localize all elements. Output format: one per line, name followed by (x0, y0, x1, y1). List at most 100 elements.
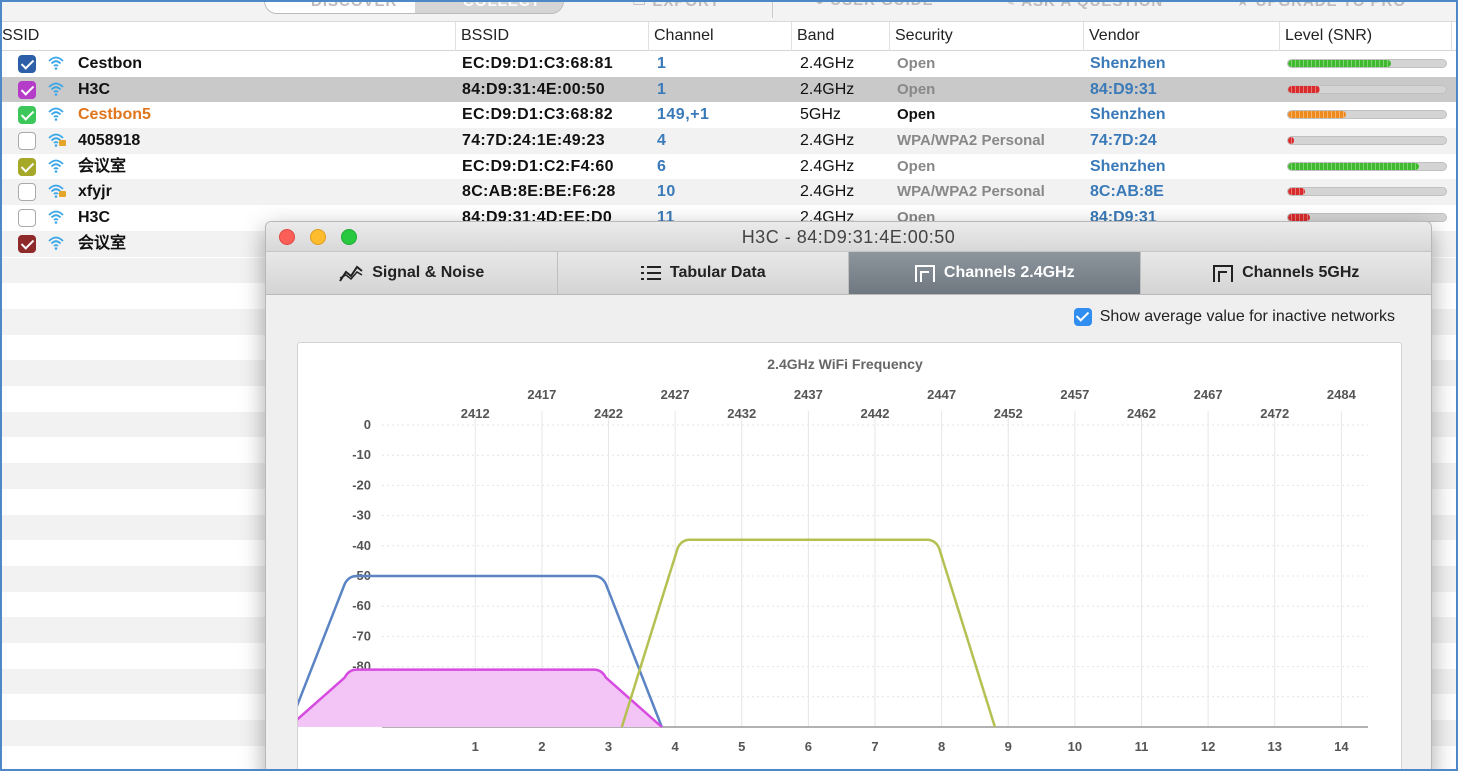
y-tick-label: -70 (352, 628, 371, 643)
network-checkbox[interactable] (18, 132, 36, 151)
band-cell: 2.4GHz (800, 183, 855, 201)
tab-signal-noise[interactable]: Signal & Noise (266, 252, 558, 294)
tab-signal-noise-label: Signal & Noise (372, 264, 485, 281)
band-cell: 2.4GHz (800, 157, 855, 175)
frequency-chart-container: 2.4GHz WiFi Frequency 0 -10 -20 -30 -40 -50 -60… (297, 342, 1402, 771)
wifi-icon (47, 157, 65, 175)
frequency-label: 2412 (461, 406, 490, 421)
column-channel[interactable]: Channel (648, 22, 714, 51)
x-tick-label: 10 (1068, 739, 1082, 754)
discover-label: DISCOVER (311, 0, 398, 10)
network-checkbox[interactable] (18, 183, 36, 202)
security-cell: WPA/WPA2 Personal (897, 132, 1045, 150)
ssid-cell: Cestbon5 (78, 106, 151, 124)
ssid-cell: H3C (78, 209, 111, 227)
network-checkbox[interactable] (18, 157, 36, 176)
table-header: SSID BSSID Channel Band Security Vendor … (0, 22, 1458, 51)
security-cell: Open (897, 80, 936, 98)
x-tick-label: 7 (871, 739, 878, 754)
table-row[interactable]: xfyjr 8C:AB:8E:BE:F6:28 10 2.4GHz WPA/WPA2 P… (0, 179, 1458, 206)
signal-level-fill (1288, 60, 1391, 67)
ask-question-button[interactable]: ✎ ASK A QUESTION (1003, 0, 1163, 10)
signal-level-bar (1287, 136, 1447, 146)
wifi-icon (47, 208, 65, 226)
vendor-cell: 74:7D:24 (1090, 132, 1157, 150)
lock-icon (59, 140, 66, 147)
export-label: EXPORT (652, 0, 721, 10)
y-tick-label: 0 (364, 417, 371, 432)
frequency-label: 2417 (527, 387, 556, 402)
frequency-label: 2432 (727, 406, 756, 421)
wifi-icon (47, 54, 65, 72)
ask-question-label: ASK A QUESTION (1021, 0, 1164, 10)
tab-channels-5ghz[interactable]: Channels 5GHz (1141, 252, 1432, 294)
ssid-cell: 会议室 (78, 234, 127, 252)
signal-level-bar (1287, 187, 1447, 197)
table-row[interactable]: H3C 84:D9:31:4E:00:50 1 2.4GHz Open 84:D9:31 (0, 76, 1458, 103)
channel-cell: 149,+1 (657, 106, 710, 124)
signal-level-fill (1288, 188, 1306, 196)
discover-segment[interactable]: DISCOVER (265, 0, 415, 13)
x-tick-label: 14 (1334, 739, 1349, 754)
frequency-label: 2457 (1060, 387, 1089, 402)
table-row[interactable]: Cestbon5 EC:D9:D1:C3:68:82 149,+1 5GHz Open S… (0, 102, 1458, 128)
table-row[interactable]: 会议室 EC:D9:D1:C2:F4:60 6 2.4GHz Open Shenzhen (0, 154, 1458, 180)
tab-channels-5ghz-label: Channels 5GHz (1242, 264, 1360, 281)
frequency-chart: 2.4GHz WiFi Frequency0-10-20-30-40-50-60… (298, 356, 1368, 754)
export-button[interactable]: ▭ EXPORT (632, 0, 720, 10)
user-guide-button[interactable]: ● USER GUIDE (815, 0, 934, 9)
network-checkbox[interactable] (18, 55, 36, 73)
signal-level-bar (1287, 59, 1447, 68)
column-security[interactable]: Security (889, 22, 953, 51)
ssid-cell: Cestbon (78, 55, 142, 72)
upgrade-button[interactable]: ★ UPGRADE TO PRO (1236, 0, 1406, 10)
x-tick-label: 12 (1201, 739, 1215, 754)
network-checkbox[interactable] (18, 209, 36, 228)
table-row[interactable]: Cestbon EC:D9:D1:C3:68:81 1 2.4GHz Open Shenz… (0, 51, 1458, 77)
collect-segment[interactable]: COLLECT (415, 0, 563, 13)
network-detail-window: H3C - 84:D9:31:4E:00:50 Signal & Noise T… (265, 221, 1432, 771)
channel-cell: 1 (657, 55, 667, 72)
column-bssid[interactable]: BSSID (455, 22, 509, 51)
x-tick-label: 1 (472, 739, 479, 754)
column-band[interactable]: Band (791, 22, 834, 51)
vendor-cell: Shenzhen (1090, 157, 1166, 175)
security-cell: Open (897, 106, 936, 124)
tab-channels-24ghz-label: Channels 2.4GHz (943, 264, 1075, 281)
bssid-cell: EC:D9:D1:C3:68:81 (462, 55, 613, 72)
frequency-label: 2467 (1194, 387, 1223, 402)
network-checkbox[interactable] (18, 80, 36, 99)
table-row[interactable]: 4058918 74:7D:24:1E:49:23 4 2.4GHz WPA/WPA2 … (0, 128, 1458, 154)
frequency-label: 2437 (794, 387, 823, 402)
ssid-cell: xfyjr (78, 183, 112, 201)
column-vendor[interactable]: Vendor (1083, 22, 1140, 51)
chart-title: 2.4GHz WiFi Frequency (767, 356, 923, 372)
channel-cell: 1 (657, 80, 667, 98)
column-level[interactable]: Level (SNR) (1279, 22, 1372, 51)
network-checkbox[interactable] (18, 234, 36, 253)
band-cell: 2.4GHz (800, 80, 855, 98)
tab-tabular-data[interactable]: Tabular Data (558, 252, 849, 294)
channel-cell: 4 (657, 132, 667, 150)
column-ssid[interactable]: SSID (0, 22, 39, 51)
signal-level-fill (1288, 85, 1320, 93)
vendor-cell: 8C:AB:8E (1090, 183, 1164, 201)
toolbar-separator (772, 0, 773, 18)
network-checkbox[interactable] (18, 106, 36, 125)
tab-channels-24ghz[interactable]: Channels 2.4GHz (849, 252, 1141, 294)
frequency-label: 2452 (994, 406, 1023, 421)
ssid-cell: 4058918 (78, 132, 141, 150)
x-tick-label: 6 (805, 739, 812, 754)
bssid-cell: 74:7D:24:1E:49:23 (462, 132, 605, 150)
bssid-cell: 8C:AB:8E:BE:F6:28 (462, 183, 616, 201)
frequency-label: 2427 (661, 387, 690, 402)
bssid-cell: EC:D9:D1:C2:F4:60 (462, 157, 614, 175)
x-tick-label: 3 (605, 739, 612, 754)
frequency-label: 2484 (1327, 387, 1357, 402)
show-average-label: Show average value for inactive networks (1099, 308, 1395, 325)
show-average-option[interactable]: Show average value for inactive networks (1073, 308, 1395, 326)
vendor-cell: 84:D9:31 (1090, 80, 1157, 98)
mode-segmented-control[interactable]: DISCOVER COLLECT (264, 0, 564, 14)
window-titlebar[interactable]: H3C - 84:D9:31:4E:00:50 (266, 222, 1431, 252)
show-average-checkbox[interactable] (1073, 308, 1092, 326)
